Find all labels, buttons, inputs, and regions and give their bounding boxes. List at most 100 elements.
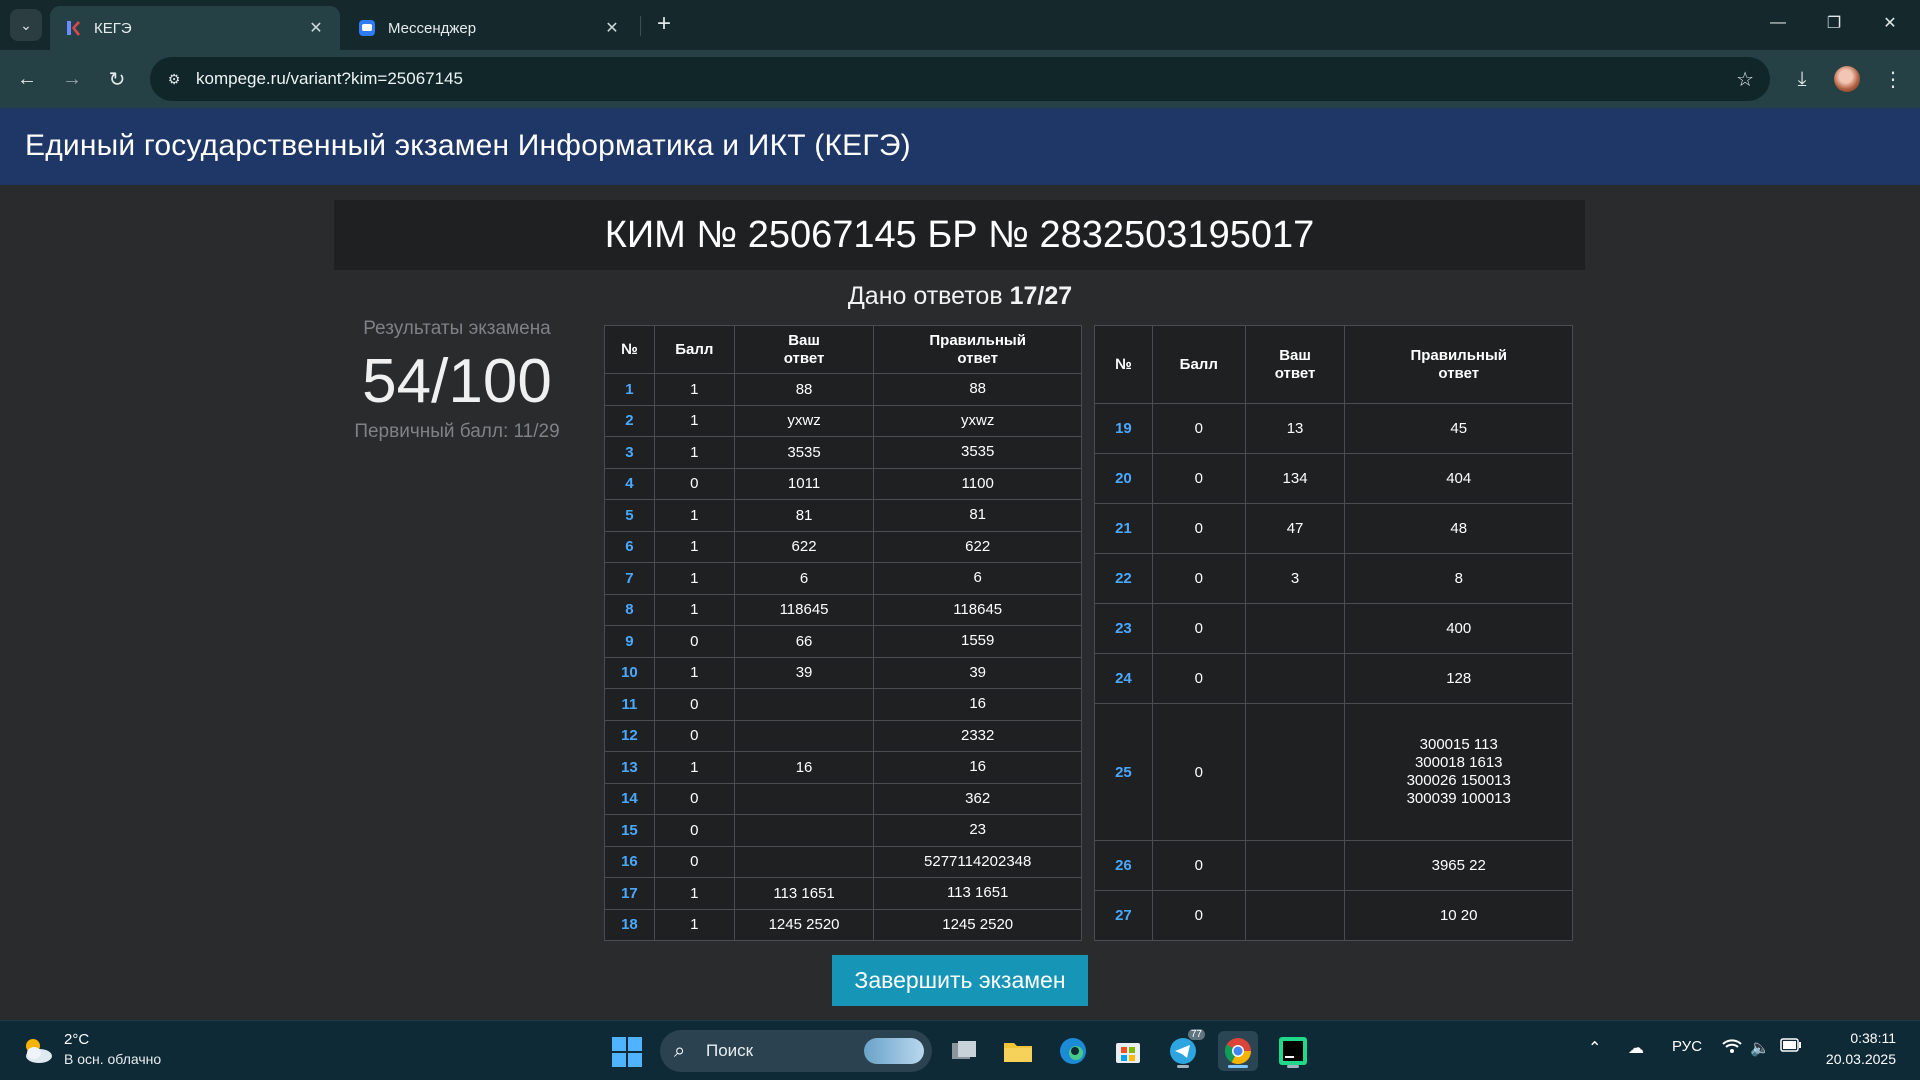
- onedrive-cloud-icon[interactable]: ☁: [1628, 1038, 1644, 1058]
- task-number-link[interactable]: 10: [604, 656, 655, 689]
- bookmark-star-icon[interactable]: ☆: [1736, 67, 1754, 92]
- table-row: 5 1 81 81: [604, 499, 1082, 532]
- score-cell: 0: [1151, 653, 1246, 704]
- taskbar-search[interactable]: ⌕ Поиск: [660, 1030, 932, 1072]
- table-row: 24 0 128: [1094, 653, 1573, 704]
- task-number-link[interactable]: 3: [604, 436, 655, 469]
- ms-store-icon[interactable]: [1108, 1031, 1148, 1071]
- task-number-link[interactable]: 6: [604, 530, 655, 563]
- task-number-link[interactable]: 18: [604, 908, 655, 941]
- task-number-link[interactable]: 26: [1094, 840, 1153, 891]
- score-cell: 0: [1151, 403, 1246, 454]
- your-answer-cell: 66: [733, 625, 875, 658]
- restore-icon[interactable]: ❐: [1814, 8, 1854, 38]
- task-number-link[interactable]: 12: [604, 719, 655, 752]
- weather-cloud-icon[interactable]: [20, 1034, 54, 1066]
- task-number-link[interactable]: 19: [1094, 403, 1153, 454]
- task-number-link[interactable]: 14: [604, 782, 655, 815]
- app-running-indicator: [1228, 1065, 1248, 1068]
- profile-avatar[interactable]: [1834, 66, 1860, 92]
- table-row: 17 1 113 1651 113 1651: [604, 877, 1082, 910]
- menu-kebab-icon[interactable]: ⋮: [1878, 64, 1908, 94]
- input-language[interactable]: РУС: [1672, 1038, 1702, 1055]
- battery-icon[interactable]: [1780, 1038, 1802, 1057]
- volume-icon[interactable]: 🔈: [1750, 1038, 1770, 1058]
- task-number-link[interactable]: 9: [604, 625, 655, 658]
- tab-messenger[interactable]: Мессенджер ✕: [344, 6, 636, 50]
- minimize-icon[interactable]: —: [1758, 8, 1798, 38]
- edge-browser-icon[interactable]: [1053, 1031, 1093, 1071]
- kim-number-bar: КИМ № 25067145 БР № 2832503195017: [334, 200, 1585, 270]
- close-window-icon[interactable]: ✕: [1870, 8, 1910, 38]
- table-row: 1 1 88 88: [604, 373, 1082, 406]
- correct-answer-cell: 1100: [873, 467, 1082, 500]
- weather-description[interactable]: В осн. облачно: [64, 1051, 161, 1067]
- close-tab-icon[interactable]: ✕: [306, 18, 326, 38]
- correct-answer-cell: 128: [1344, 653, 1573, 704]
- forward-arrow-icon[interactable]: →: [57, 64, 87, 94]
- back-arrow-icon[interactable]: ←: [12, 64, 42, 94]
- score-cell: 1: [653, 404, 735, 437]
- task-number-link[interactable]: 27: [1094, 890, 1153, 941]
- table-row: 11 0 16: [604, 688, 1082, 721]
- task-number-link[interactable]: 22: [1094, 553, 1153, 604]
- chrome-icon[interactable]: [1218, 1031, 1258, 1071]
- download-icon[interactable]: ⤓: [1787, 64, 1817, 94]
- task-number-link[interactable]: 24: [1094, 653, 1153, 704]
- task-number-link[interactable]: 8: [604, 593, 655, 626]
- weather-temperature[interactable]: 2°C: [64, 1031, 89, 1048]
- correct-answer-cell: 81: [873, 499, 1082, 532]
- task-number-link[interactable]: 15: [604, 814, 655, 847]
- wifi-icon[interactable]: [1722, 1038, 1742, 1059]
- table-row: 25 0 300015 113 300018 1613 300026 150013 …: [1094, 703, 1573, 841]
- reload-icon[interactable]: ↻: [102, 64, 132, 94]
- score-cell: 0: [653, 845, 735, 878]
- task-number-link[interactable]: 13: [604, 751, 655, 784]
- task-number-link[interactable]: 1: [604, 373, 655, 406]
- new-tab-icon[interactable]: +: [652, 10, 676, 38]
- task-number-link[interactable]: 5: [604, 499, 655, 532]
- clock-time[interactable]: 0:38:11: [1850, 1030, 1896, 1046]
- tab-search-button[interactable]: ⌄: [10, 9, 42, 41]
- pycharm-icon[interactable]: [1273, 1031, 1313, 1071]
- table-row: 8 1 118645 118645: [604, 593, 1082, 626]
- file-explorer-icon[interactable]: [998, 1031, 1038, 1071]
- task-number-link[interactable]: 21: [1094, 503, 1153, 554]
- your-answer-cell: 13: [1244, 403, 1346, 454]
- table-row: 21 0 47 48: [1094, 503, 1573, 554]
- task-number-link[interactable]: 4: [604, 467, 655, 500]
- header-your-answer: Ваш ответ: [1244, 325, 1346, 404]
- windows-start-icon[interactable]: [612, 1037, 642, 1067]
- task-number-link[interactable]: 2: [604, 404, 655, 437]
- task-view-icon[interactable]: [944, 1031, 984, 1071]
- finish-exam-button[interactable]: Завершить экзамен: [832, 955, 1088, 1006]
- task-number-link[interactable]: 25: [1094, 703, 1153, 841]
- score-cell: 1: [653, 908, 735, 941]
- site-info-icon[interactable]: ⚙: [162, 67, 186, 91]
- telegram-icon[interactable]: 77: [1163, 1029, 1205, 1071]
- task-number-link[interactable]: 7: [604, 562, 655, 595]
- url-text[interactable]: kompege.ru/variant?kim=25067145: [196, 69, 463, 89]
- task-number-link[interactable]: 20: [1094, 453, 1153, 504]
- your-answer-cell: [1244, 653, 1346, 704]
- your-answer-cell: [733, 845, 875, 878]
- score-cell: 1: [653, 499, 735, 532]
- correct-answer-cell: 362: [873, 782, 1082, 815]
- clock-date[interactable]: 20.03.2025: [1826, 1051, 1896, 1067]
- your-answer-cell: 118645: [733, 593, 875, 626]
- close-tab-icon[interactable]: ✕: [602, 18, 622, 38]
- your-answer-cell: 47: [1244, 503, 1346, 554]
- your-answer-cell: 6: [733, 562, 875, 595]
- your-answer-cell: [1244, 840, 1346, 891]
- task-number-link[interactable]: 11: [604, 688, 655, 721]
- task-number-link[interactable]: 17: [604, 877, 655, 910]
- task-number-link[interactable]: 16: [604, 845, 655, 878]
- header-num: №: [1094, 325, 1153, 404]
- task-number-link[interactable]: 23: [1094, 603, 1153, 654]
- address-bar[interactable]: ⚙ kompege.ru/variant?kim=25067145 ☆: [150, 57, 1770, 101]
- show-hidden-icons-chevron-icon[interactable]: ⌃: [1588, 1038, 1601, 1058]
- score-cell: 1: [653, 436, 735, 469]
- score-cell: 0: [1151, 603, 1246, 654]
- your-answer-cell: 134: [1244, 453, 1346, 504]
- tab-kege[interactable]: КЕГЭ ✕: [50, 6, 340, 50]
